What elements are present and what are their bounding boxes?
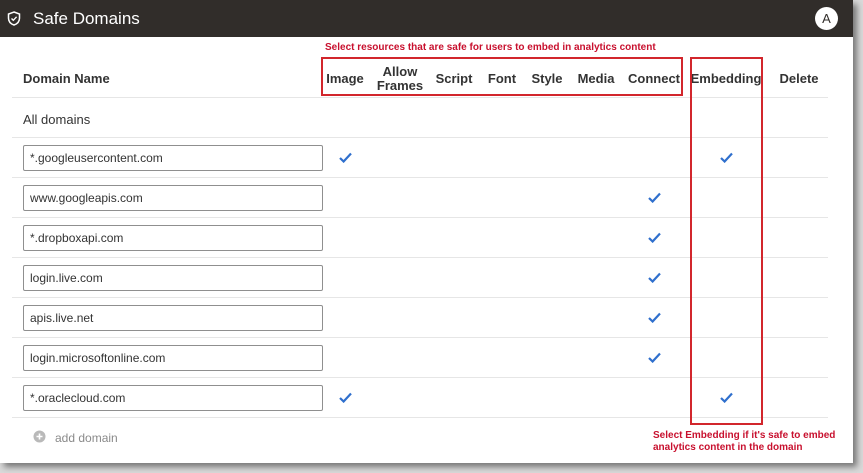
- domain-input[interactable]: [23, 145, 323, 171]
- checkmark-icon-connect[interactable]: [648, 312, 661, 323]
- column-header-domain-name: Domain Name: [23, 71, 110, 86]
- domain-input[interactable]: [23, 305, 323, 331]
- resources-annotation: Select resources that are safe for users…: [325, 42, 656, 53]
- checkmark-icon-image[interactable]: [339, 392, 352, 403]
- checkmark-icon-image[interactable]: [339, 152, 352, 163]
- domain-input[interactable]: [23, 185, 323, 211]
- domain-input[interactable]: [23, 385, 323, 411]
- header-bar: Safe Domains A: [0, 0, 853, 37]
- embedding-annotation-line2: analytics content in the domain: [653, 442, 803, 453]
- checkmark-icon-connect[interactable]: [648, 232, 661, 243]
- embedding-annotation: Select Embedding if it's safe to embed a…: [653, 430, 835, 454]
- add-domain-button[interactable]: add domain: [33, 430, 133, 446]
- domain-input[interactable]: [23, 345, 323, 371]
- user-avatar[interactable]: A: [815, 7, 838, 30]
- add-circle-icon: [33, 430, 46, 443]
- resources-highlight-box: [321, 57, 683, 96]
- embedding-highlight-box: [690, 57, 763, 425]
- page-title: Safe Domains: [33, 9, 140, 28]
- domain-input[interactable]: [23, 225, 323, 251]
- checkmark-icon-connect[interactable]: [648, 272, 661, 283]
- add-domain-label: add domain: [55, 431, 118, 445]
- column-header-delete: Delete: [779, 71, 819, 86]
- checkmark-icon-connect[interactable]: [648, 352, 661, 363]
- all-domains-label: All domains: [23, 112, 91, 127]
- domain-input[interactable]: [23, 265, 323, 291]
- checkmark-icon-connect[interactable]: [648, 192, 661, 203]
- embedding-annotation-line1: Select Embedding if it's safe to embed: [653, 430, 836, 441]
- shield-icon: [7, 11, 21, 26]
- safe-domains-panel: Safe Domains A Domain Name Image Allow F…: [0, 0, 853, 463]
